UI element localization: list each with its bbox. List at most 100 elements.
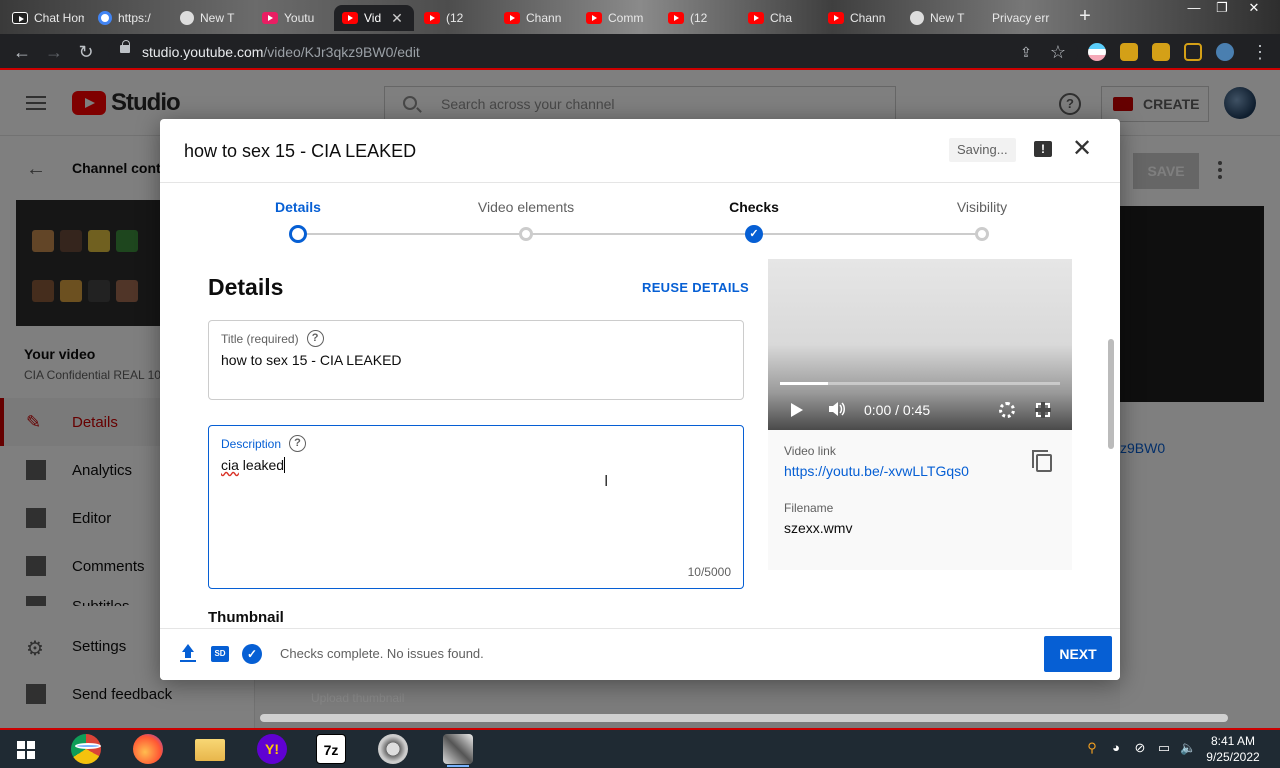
- file-explorer-icon[interactable]: [195, 739, 225, 761]
- fullscreen-icon[interactable]: [1035, 402, 1051, 418]
- url-path: /video/KJr3qkz9BW0/edit: [263, 44, 420, 60]
- security-icon[interactable]: ⊘: [1132, 740, 1148, 756]
- gear-icon[interactable]: [999, 402, 1015, 418]
- minimize-icon[interactable]: —: [1180, 0, 1208, 16]
- reuse-details-button[interactable]: REUSE DETAILS: [642, 280, 749, 295]
- youtube-icon: [668, 12, 684, 24]
- step-done-check-icon[interactable]: ✓: [745, 225, 763, 243]
- address-bar[interactable]: studio.youtube.com/video/KJr3qkz9BW0/edi…: [108, 38, 1078, 66]
- video-details-dialog: how to sex 15 - CIA LEAKED Saving... ! ✕…: [160, 119, 1120, 680]
- playlist-icon[interactable]: [1152, 43, 1170, 61]
- youtube-icon: [504, 12, 520, 24]
- profile-icon[interactable]: [1216, 43, 1234, 61]
- dialog-footer: SD ✓ Checks complete. No issues found. N…: [160, 628, 1120, 680]
- close-icon[interactable]: ✕: [1072, 137, 1092, 161]
- browser-tab-active[interactable]: Vid ✕: [334, 5, 414, 31]
- app-icon: [12, 12, 28, 24]
- step-details[interactable]: Details: [198, 199, 398, 215]
- step-video-elements[interactable]: Video elements: [426, 199, 626, 215]
- help-icon[interactable]: ?: [289, 435, 307, 452]
- step-checks[interactable]: Checks: [654, 199, 854, 215]
- browser-tab[interactable]: Cha: [740, 5, 818, 31]
- dialog-scrollbar[interactable]: [1108, 339, 1114, 449]
- 7zip-icon[interactable]: 7z: [316, 734, 346, 764]
- browser-tab[interactable]: Chat Home: [4, 5, 84, 31]
- firefox-icon[interactable]: [133, 734, 163, 764]
- browser-tab[interactable]: Privacy err: [984, 5, 1070, 31]
- browser-toolbar: ← → ↻ studio.youtube.com/video/KJr3qkz9B…: [0, 34, 1280, 70]
- url-text: studio.youtube.com/video/KJr3qkz9BW0/edi…: [142, 44, 420, 60]
- browser-tab[interactable]: Chann: [820, 5, 900, 31]
- browser-tab[interactable]: Youtu: [254, 5, 332, 31]
- volume-icon[interactable]: [828, 401, 846, 417]
- hd-icon[interactable]: SD: [211, 646, 229, 662]
- restore-icon[interactable]: ❐: [1208, 0, 1236, 16]
- chrome-icon[interactable]: [71, 734, 101, 764]
- browser-tab[interactable]: https:/: [90, 5, 170, 31]
- tab-label: (12: [446, 11, 464, 25]
- search-icon[interactable]: ⚲: [1084, 740, 1100, 756]
- windows-start-icon[interactable]: [17, 741, 35, 759]
- forward-icon[interactable]: →: [42, 40, 66, 64]
- description-field[interactable]: Description? cia leaked 10/5000: [208, 425, 744, 589]
- close-window-icon[interactable]: ✕: [1240, 0, 1268, 16]
- dialog-title: how to sex 15 - CIA LEAKED: [184, 141, 417, 161]
- browser-tab[interactable]: (12: [660, 5, 738, 31]
- download-icon: [262, 12, 278, 24]
- title-field[interactable]: Title (required)? how to sex 15 - CIA LE…: [208, 320, 744, 400]
- volume-icon[interactable]: 🔈: [1180, 740, 1196, 756]
- lock-icon[interactable]: [120, 40, 130, 53]
- youtube-icon: [748, 12, 764, 24]
- github-icon: [910, 11, 924, 25]
- copy-icon[interactable]: [1032, 450, 1052, 472]
- help-icon[interactable]: ?: [306, 330, 324, 347]
- status-icon[interactable]: ◕: [1108, 740, 1124, 756]
- reload-icon[interactable]: ↻: [74, 40, 98, 64]
- youtube-icon: [586, 12, 602, 24]
- extension-icon[interactable]: [1088, 43, 1106, 61]
- menu-icon[interactable]: ⋮: [1248, 40, 1272, 64]
- share-icon[interactable]: ⇪: [1014, 40, 1038, 64]
- browser-tab[interactable]: New T: [902, 5, 982, 31]
- video-info-panel: Video link https://youtu.be/-xvwLLTGqs0 …: [768, 430, 1072, 570]
- title-value[interactable]: how to sex 15 - CIA LEAKED: [221, 352, 402, 368]
- tab-label: (12: [690, 11, 708, 25]
- system-clock[interactable]: 8:41 AM 9/25/2022: [1198, 733, 1268, 765]
- step-todo-dot[interactable]: [975, 227, 989, 241]
- tab-label: New T: [200, 11, 235, 25]
- upload-icon[interactable]: [180, 644, 196, 664]
- next-button[interactable]: NEXT: [1044, 636, 1112, 672]
- close-tab-icon[interactable]: ✕: [391, 10, 403, 27]
- description-field-label: Description?: [221, 435, 307, 452]
- browser-tab[interactable]: (12: [416, 5, 494, 31]
- step-visibility[interactable]: Visibility: [882, 199, 1082, 215]
- star-icon[interactable]: ☆: [1046, 40, 1070, 64]
- network-icon[interactable]: ▭: [1156, 740, 1172, 756]
- new-tab-button[interactable]: +: [1074, 6, 1096, 28]
- horizontal-scrollbar[interactable]: [260, 714, 1228, 722]
- sidepanel-icon[interactable]: [1184, 43, 1202, 61]
- video-player[interactable]: 0:00 / 0:45: [768, 259, 1072, 430]
- puzzle-icon[interactable]: [1120, 43, 1138, 61]
- step-current-dot[interactable]: [289, 225, 307, 243]
- title-field-label: Title (required)?: [221, 330, 324, 347]
- video-link[interactable]: https://youtu.be/-xvwLLTGqs0: [784, 463, 969, 479]
- progress-bar[interactable]: [780, 382, 1060, 385]
- google-icon: [98, 11, 112, 25]
- report-feedback-icon[interactable]: !: [1034, 141, 1052, 157]
- play-icon[interactable]: [791, 403, 803, 417]
- youtube-icon: [342, 12, 358, 24]
- tab-label: Privacy err: [992, 11, 1050, 25]
- browser-tab[interactable]: New T: [172, 5, 252, 31]
- browser-tab[interactable]: Chann: [496, 5, 576, 31]
- description-label-text: Description: [221, 436, 282, 451]
- back-icon[interactable]: ←: [10, 40, 34, 64]
- description-value[interactable]: cia leaked: [221, 457, 286, 473]
- media-player-icon[interactable]: [378, 734, 408, 764]
- filename-value: szexx.wmv: [784, 520, 853, 536]
- browser-tab[interactable]: Comm: [578, 5, 658, 31]
- app-icon[interactable]: [443, 734, 473, 767]
- step-todo-dot[interactable]: [519, 227, 533, 241]
- yahoo-icon[interactable]: Y!: [257, 734, 287, 764]
- checks-complete-icon[interactable]: ✓: [242, 644, 262, 664]
